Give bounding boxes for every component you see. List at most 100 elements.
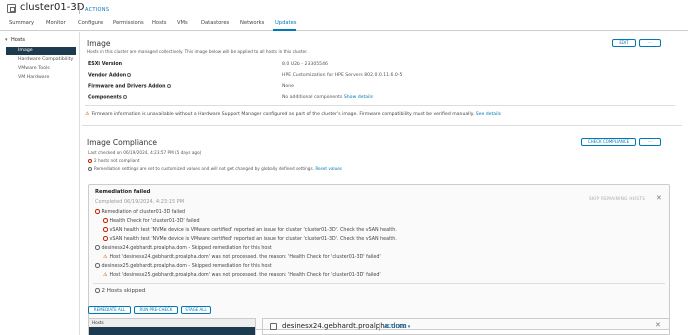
header-divider	[379, 323, 380, 331]
tab-networks[interactable]: Networks	[240, 20, 264, 26]
tab-bar: Summary Monitor Configure Permissions Ho…	[0, 17, 688, 31]
image-more-button[interactable]: ···	[639, 39, 661, 47]
remediation-line-text: desinesx24.gebhardt.proalpha.dom - Skipp…	[101, 245, 272, 251]
info-icon[interactable]	[166, 84, 171, 88]
divider	[85, 105, 675, 106]
components-label: Components	[88, 95, 122, 101]
neutral-icon	[95, 245, 100, 250]
tab-updates[interactable]: Updates	[275, 20, 297, 26]
sidebar-item-image[interactable]: Image	[6, 47, 76, 55]
warning-icon: ⚠	[103, 254, 108, 260]
tab-summary[interactable]: Summary	[9, 20, 34, 26]
section-divider	[82, 125, 682, 126]
warning-icon: ⚠	[103, 272, 108, 278]
chevron-down-icon: ▾	[407, 324, 411, 330]
show-details-link[interactable]: Show details	[344, 95, 373, 100]
close-icon[interactable]: ✕	[655, 321, 661, 329]
remediation-line-text: Health Check for 'cluster01-3D' failed	[109, 218, 200, 224]
vendor-addon-label: Vendor Addon	[88, 73, 127, 79]
sidebar-item-vmware-tools[interactable]: VMware Tools	[11, 65, 77, 73]
skip-remaining-hosts-button[interactable]: SKIP REMAINING HOSTS	[589, 196, 645, 201]
image-description: Hosts in this cluster are managed collec…	[87, 49, 308, 54]
error-icon	[103, 236, 108, 241]
esxi-version-label: ESXi Version	[88, 62, 123, 67]
tab-hosts[interactable]: Hosts	[152, 20, 167, 26]
tab-configure[interactable]: Configure	[78, 20, 103, 26]
edit-button[interactable]: EDIT	[612, 39, 636, 47]
actions-label: ACTIONS	[85, 7, 110, 13]
host-actions-menu[interactable]: ACTIONS ▾	[384, 324, 410, 330]
error-icon	[95, 209, 100, 214]
remediation-line-text: desinesx25.gebhardt.proalpha.dom - Skipp…	[101, 263, 272, 269]
tab-monitor[interactable]: Monitor	[46, 20, 66, 26]
info-icon[interactable]	[127, 73, 132, 77]
actions-menu[interactable]: ACTIONS	[85, 7, 109, 13]
page-title: cluster01-3D	[20, 2, 85, 13]
remediation-line-text: Host 'desinesx25.gebhardt.proalpha.dom' …	[109, 273, 381, 278]
remediation-line-text: vSAN health test 'NVMe device is VMware …	[109, 236, 397, 242]
components-value-row: No additional components Show details	[282, 95, 373, 100]
remediate-all-button[interactable]: REMEDIATE ALL	[88, 306, 131, 314]
host-actions-label: ACTIONS	[384, 324, 407, 330]
error-icon	[103, 227, 108, 232]
firmware-warning: ⚠ Firmware information is unavailable wit…	[85, 111, 501, 117]
tab-vms[interactable]: VMs	[177, 20, 188, 26]
host-detail-panel: desinesx24.gebhardt.proalpha.dom ACTIONS…	[262, 318, 670, 335]
header-divider	[79, 5, 80, 14]
see-details-link[interactable]: See details	[476, 112, 501, 117]
remediation-line-text: vSAN health test 'NVMe device is VMware …	[109, 227, 397, 233]
remediation-line: Health Check for 'cluster01-3D' failed	[103, 218, 200, 224]
sidebar-item-hardware-compatibility[interactable]: Hardware Compatibility	[11, 56, 77, 64]
hosts-skipped-text: 2 Hosts skipped	[101, 288, 146, 294]
remediation-line-text: Host 'desinesx24.gebhardt.proalpha.dom' …	[109, 255, 381, 260]
hosts-skipped-row: 2 Hosts skipped	[95, 288, 145, 294]
remediation-completed: Completed 06/19/2024, 4:23:15 PM	[95, 199, 185, 205]
esxi-version-value: 8.0 U2b - 23305546	[282, 62, 328, 67]
stage-all-button[interactable]: STAGE ALL	[181, 306, 211, 314]
components-value: No additional components	[282, 95, 343, 100]
info-icon[interactable]	[122, 95, 127, 99]
list-item[interactable]	[89, 327, 255, 335]
vendor-addon-value: HPE Customization for HPE Servers 802.0.…	[282, 73, 403, 78]
vendor-addon-row: Vendor Addon	[88, 73, 132, 79]
tab-permissions[interactable]: Permissions	[113, 20, 144, 26]
info-icon	[88, 167, 92, 171]
remediation-line-text: Remediation of cluster01-3D failed	[101, 209, 186, 215]
sidebar-item-vm-hardware[interactable]: VM Hardware	[11, 74, 77, 82]
reset-values-link[interactable]: Reset values	[315, 166, 342, 171]
settings-note-text: Remediation settings are set to customiz…	[94, 166, 314, 171]
sidebar: ▾ Hosts Image Hardware Compatibility VMw…	[0, 32, 80, 335]
last-checked: Last checked on 06/19/2024, 4:23:57 PM (…	[88, 150, 202, 155]
settings-note-row: Remediation settings are set to customiz…	[88, 166, 342, 171]
neutral-icon	[95, 263, 100, 268]
firmware-addon-label: Firmware and Drivers Addon	[88, 84, 166, 90]
remediation-line: vSAN health test 'NVMe device is VMware …	[103, 236, 397, 242]
remediation-line: vSAN health test 'NVMe device is VMware …	[103, 227, 397, 233]
chevron-down-icon: ▾	[5, 37, 8, 43]
run-pre-check-button[interactable]: RUN PRE-CHECK	[134, 306, 178, 314]
check-compliance-button[interactable]: CHECK COMPLIANCE	[581, 138, 636, 146]
not-compliant-row: 2 hosts not compliant	[88, 158, 140, 163]
remediation-title: Remediation failed	[95, 189, 151, 195]
components-row: Components	[88, 95, 127, 101]
hosts-list-header: Hosts	[89, 319, 255, 327]
compliance-title: Image Compliance	[87, 138, 158, 147]
warning-icon: ⚠	[85, 111, 90, 117]
host-icon	[270, 323, 277, 330]
divider	[93, 283, 665, 284]
active-tab-indicator	[273, 29, 296, 31]
remediation-line: desinesx25.gebhardt.proalpha.dom - Skipp…	[95, 263, 272, 269]
remediation-line: desinesx24.gebhardt.proalpha.dom - Skipp…	[95, 245, 272, 251]
image-section-title: Image	[87, 39, 111, 48]
hosts-list: Hosts	[88, 318, 256, 335]
sidebar-group-label: Hosts	[11, 37, 25, 43]
firmware-addon-value: None	[282, 84, 294, 89]
close-icon[interactable]: ✕	[656, 194, 662, 202]
firmware-addon-row: Firmware and Drivers Addon	[88, 84, 171, 90]
main-content: Image Hosts in this cluster are managed …	[82, 32, 682, 335]
not-compliant-text: 2 hosts not compliant	[94, 158, 140, 163]
compliance-more-button[interactable]: ···	[639, 138, 661, 146]
tab-datastores[interactable]: Datastores	[201, 20, 229, 26]
remediation-line: ⚠ Host 'desinesx24.gebhardt.proalpha.dom'…	[103, 254, 381, 260]
sidebar-group-hosts[interactable]: ▾ Hosts	[5, 37, 25, 43]
